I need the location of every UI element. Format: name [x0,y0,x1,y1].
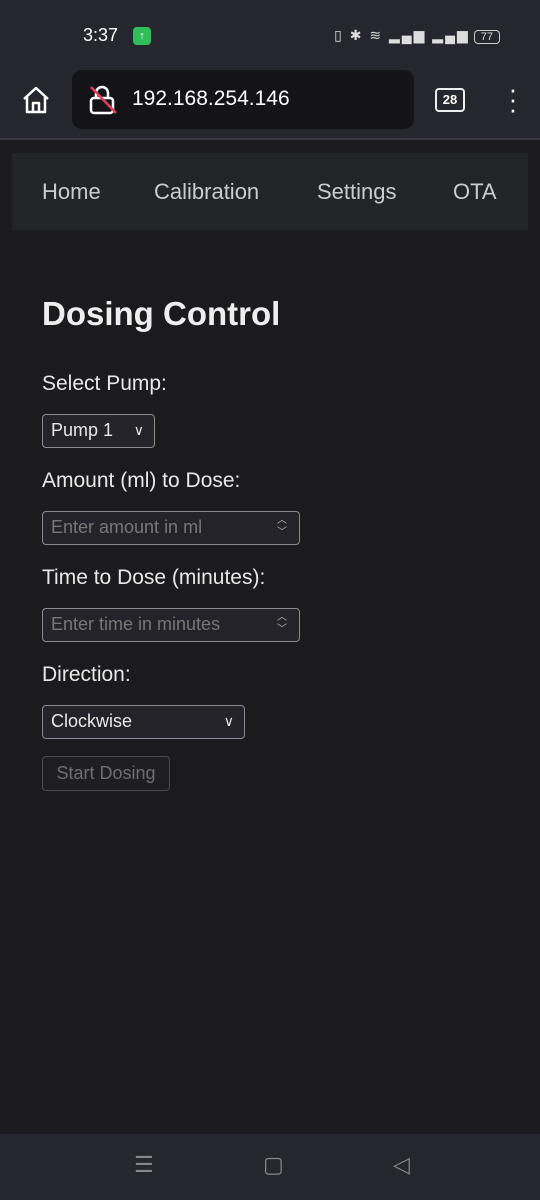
insecure-lock-icon[interactable] [88,84,118,116]
battery-icon: 77 [473,30,500,44]
vibrate-icon: ▯ [334,27,344,43]
back-icon[interactable]: ◁ [393,1152,410,1178]
pump-select[interactable]: Pump 1 ∨ [42,414,155,448]
chevron-down-icon: ∨ [223,713,234,729]
direction-label: Direction: [42,663,131,686]
browser-toolbar: 192.168.254.146 28 · · · [0,70,540,140]
recents-icon[interactable]: ☰ [134,1152,154,1178]
nav-settings[interactable]: Settings [317,179,397,205]
time-placeholder: Enter time in minutes [51,614,221,634]
chevron-down-icon: ∨ [133,422,144,438]
signal-icon-2: ▂▄▆ [432,27,470,43]
status-bar: 3:37 ↑ ▯ ✱ ≋ ▂▄▆ ▂▄▆ 77 [0,0,540,70]
spinner-icon[interactable]: ︿ ﹀ [277,515,287,539]
tab-switcher-button[interactable]: 28 [435,88,465,112]
nav-calibration[interactable]: Calibration [154,179,259,205]
wifi-icon: ≋ [369,27,384,43]
page-title: Dosing Control [42,295,281,332]
nav-ota[interactable]: OTA [453,179,497,205]
bluetooth-icon: ✱ [349,27,364,43]
amount-placeholder: Enter amount in ml [51,517,203,537]
time-label: Time to Dose (minutes): [42,566,266,589]
nav-home[interactable]: Home [42,179,101,205]
start-dosing-button[interactable]: Start Dosing [42,756,170,791]
app-notification-icon: ↑ [133,27,151,45]
amount-input[interactable]: Enter amount in ml ︿ ﹀ [42,511,300,545]
site-nav: Home Calibration Settings OTA [12,153,528,230]
amount-label: Amount (ml) to Dose: [42,469,241,492]
signal-icon: ▂▄▆ [388,27,427,43]
direction-select[interactable]: Clockwise ∨ [42,705,245,739]
time-input[interactable]: Enter time in minutes ︿ ﹀ [42,608,300,642]
direction-select-value: Clockwise [51,711,133,731]
spinner-icon[interactable]: ︿ ﹀ [277,612,287,636]
pump-select-value: Pump 1 [51,420,114,440]
address-bar[interactable]: 192.168.254.146 [72,70,414,129]
pump-label: Select Pump: [42,372,167,395]
clock: 3:37 [83,25,119,45]
url-text: 192.168.254.146 [132,87,290,110]
home-icon[interactable] [20,84,52,116]
system-nav-bar: ☰ ▢ ◁ [0,1134,540,1200]
home-nav-icon[interactable]: ▢ [263,1152,284,1178]
more-menu-icon[interactable]: · · · [508,76,518,122]
status-icons: ▯ ✱ ≋ ▂▄▆ ▂▄▆ 77 [334,27,500,44]
